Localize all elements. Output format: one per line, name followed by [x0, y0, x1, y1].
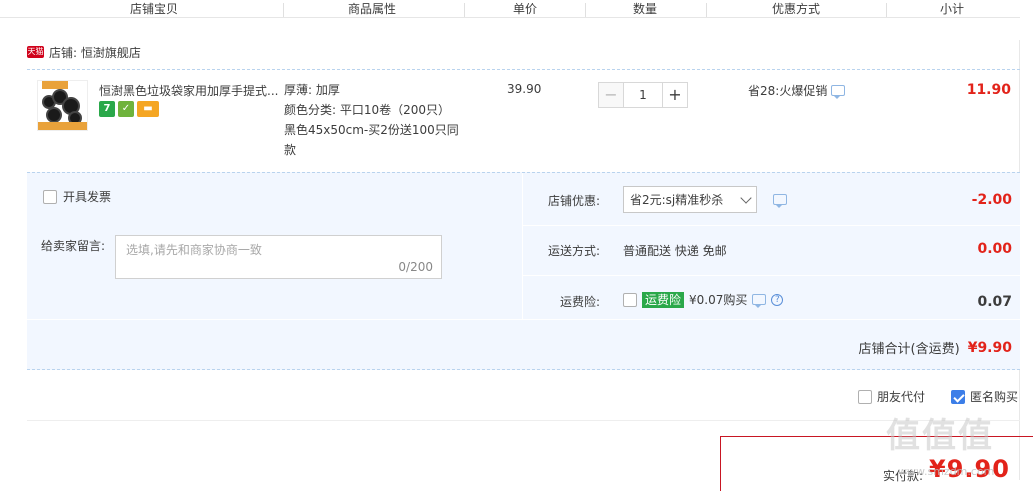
divider	[27, 420, 1020, 421]
insurance-checkbox[interactable]	[623, 292, 637, 307]
guarantee-icon[interactable]: ✓	[118, 101, 134, 117]
checkout-options: 朋友代付 匿名购买	[857, 388, 1018, 405]
attr-line: 颜色分类: 平口10卷（200只）	[284, 103, 451, 117]
divider	[523, 275, 1020, 276]
help-icon[interactable]: ?	[771, 293, 784, 306]
thumbnail-band	[38, 122, 87, 130]
col-header-price: 单价	[513, 2, 538, 16]
invoice-checkbox[interactable]	[43, 189, 57, 204]
chat-bubble-icon[interactable]	[752, 294, 767, 308]
card-payment-icon[interactable]: ▬	[137, 101, 159, 117]
service-badges: 7 ✓ ▬	[99, 101, 159, 117]
friend-pay-label: 朋友代付	[876, 390, 925, 404]
message-char-count: 0/200	[398, 260, 433, 274]
insurance-label: 运费险:	[559, 295, 600, 309]
message-label: 给卖家留言:	[41, 239, 106, 253]
watermark-logo: 值值值	[886, 416, 994, 456]
shop-total-label: 店铺合计(含运费)	[858, 342, 960, 357]
chat-bubble-icon[interactable]	[773, 194, 787, 208]
col-header-item: 店铺宝贝	[130, 2, 179, 16]
shop-discount-label: 店铺优惠:	[547, 194, 600, 208]
decrease-qty-button[interactable]: −	[598, 82, 624, 108]
anonymous-checkbox[interactable]	[950, 389, 965, 404]
shop-discount-select[interactable]: 省2元:sj精准秒杀	[623, 186, 757, 213]
shipping-method: 普通配送 快递 免邮	[623, 244, 727, 258]
increase-qty-button[interactable]: +	[662, 82, 688, 108]
seven-day-return-icon[interactable]: 7	[99, 101, 115, 117]
item-subtotal: 11.90	[966, 82, 1011, 98]
unit-price: 39.90	[507, 82, 542, 96]
chevron-down-icon	[740, 191, 752, 204]
shipping-label: 运送方式:	[547, 244, 600, 258]
invoice-label: 开具发票	[63, 190, 112, 204]
product-title-link[interactable]: 恒澍黑色垃圾袋家用加厚手提式...	[99, 82, 279, 99]
table-header: 店铺宝贝 商品属性 单价 数量 优惠方式 小计	[0, 0, 1020, 18]
col-header-subtotal: 小计	[940, 2, 965, 16]
watermark-url: www.smzdm.com	[898, 465, 995, 478]
promotion-text: 省28:火爆促销	[748, 84, 828, 98]
quantity-stepper: − 1 +	[598, 82, 688, 108]
attr-line: 黑色45x50cm-买2份送100只同	[284, 123, 459, 137]
item-promotion: 省28:火爆促销	[748, 82, 846, 99]
message-placeholder: 选填,请先和商家协商一致	[126, 243, 262, 257]
shop-total-value: ¥9.90	[967, 339, 1012, 356]
attr-line: 厚薄: 加厚	[284, 83, 340, 97]
insurance-price: ¥0.07购买	[689, 293, 748, 307]
col-header-qty: 数量	[633, 2, 658, 16]
shipping-amount: 0.00	[977, 241, 1012, 257]
anonymous-purchase-option[interactable]: 匿名购买	[950, 388, 1018, 405]
shop-total: 店铺合计(含运费) ¥9.90	[858, 338, 1012, 358]
thumbnail-tag	[42, 81, 68, 89]
shipping-insurance-option: 运费险 ¥0.07购买 ?	[623, 291, 784, 308]
order-options-panel: 开具发票 给卖家留言: 选填,请先和商家协商一致 0/200 店铺优惠: 省2元…	[27, 172, 1020, 370]
product-thumbnail[interactable]	[37, 80, 88, 131]
shop-discount-value: 省2元:sj精准秒杀	[630, 193, 724, 207]
chat-bubble-icon[interactable]	[831, 85, 846, 99]
roll-shape	[46, 107, 62, 123]
insurance-amount: 0.07	[977, 294, 1012, 310]
shop-name-link[interactable]: 店铺: 恒澍旗舰店	[49, 44, 141, 61]
message-to-seller-input[interactable]: 选填,请先和商家协商一致 0/200	[115, 235, 442, 279]
tmall-icon: 天猫	[27, 46, 44, 58]
attr-line: 款	[284, 143, 297, 157]
friend-pay-checkbox[interactable]	[857, 389, 872, 404]
shop-discount-amount: -2.00	[971, 192, 1012, 208]
divider	[523, 225, 1020, 226]
product-attributes: 厚薄: 加厚 颜色分类: 平口10卷（200只） 黑色45x50cm-买2份送1…	[284, 80, 464, 160]
friend-pay-option[interactable]: 朋友代付	[857, 388, 925, 405]
quantity-input[interactable]: 1	[624, 82, 662, 108]
divider	[27, 69, 1020, 70]
col-header-promo: 优惠方式	[772, 2, 821, 16]
shop-header: 天猫 店铺: 恒澍旗舰店	[27, 44, 141, 60]
invoice-option[interactable]: 开具发票	[43, 188, 111, 205]
divider	[27, 319, 1020, 320]
col-header-attr: 商品属性	[348, 2, 397, 16]
insurance-tag: 运费险	[642, 291, 685, 308]
anonymous-label: 匿名购买	[969, 390, 1018, 404]
